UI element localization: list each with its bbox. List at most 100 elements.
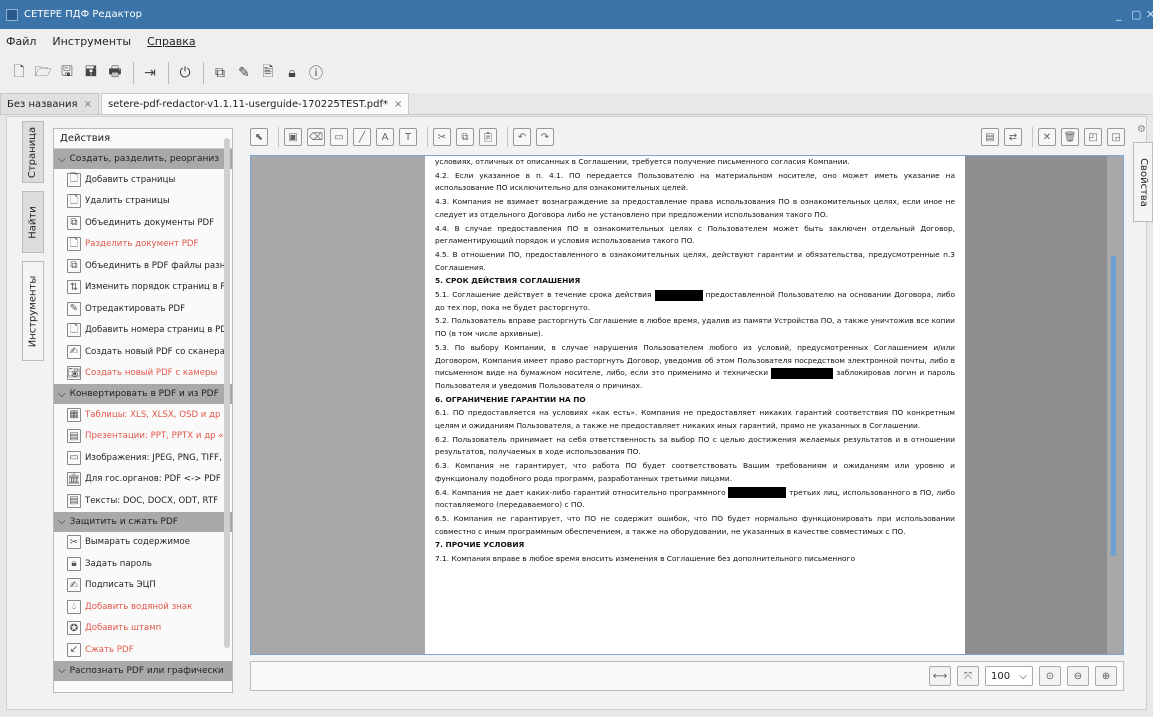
zoom-reset-icon[interactable]: ⊙	[1039, 666, 1061, 686]
bring-front-icon[interactable]: ◰	[1084, 128, 1102, 146]
doc-paragraph: 6.4. Компания не дает каких-либо гаранти…	[435, 487, 955, 510]
action-item[interactable]: ✂ Вымарать содержимое	[54, 532, 232, 554]
action-icon: 🗋	[67, 172, 81, 187]
doc-paragraph: 6.5. Компания не гарантирует, что ПО не …	[435, 513, 955, 536]
redaction-box[interactable]	[654, 289, 703, 301]
action-item[interactable]: 🗋 Добавить страницы	[54, 169, 232, 191]
swap-icon[interactable]: ⇄	[1004, 128, 1022, 146]
action-item[interactable]: ✍ Подписать ЭЦП	[54, 575, 232, 597]
zoom-select[interactable]: 100 ⌵	[985, 666, 1033, 686]
minimize-button[interactable]: _	[1116, 8, 1122, 21]
maximize-button[interactable]: ▢	[1131, 8, 1141, 21]
tab-userguide[interactable]: setere-pdf-redactor-v1.1.11-userguide-17…	[100, 93, 410, 114]
save-as-icon[interactable]: 🖬	[80, 62, 102, 84]
action-item[interactable]: 🔒︎ Задать пароль	[54, 553, 232, 575]
paste-icon[interactable]: 📋︎	[479, 128, 497, 146]
cut-icon[interactable]: ✂	[433, 128, 451, 146]
rectangle-icon[interactable]: ▭	[330, 128, 348, 146]
tab-properties[interactable]: Свойства	[1133, 142, 1153, 222]
action-icon: ✍	[67, 578, 81, 593]
action-label: Разделить документ PDF	[85, 239, 199, 250]
image-tool-icon[interactable]: ▣	[284, 128, 302, 146]
action-item[interactable]: ▭ Изображения: JPEG, PNG, TIFF,	[54, 447, 232, 469]
chevron-down-icon: ⌵	[58, 516, 66, 527]
action-icon: 🗋	[67, 323, 81, 338]
print-icon[interactable]: 🖶	[104, 62, 126, 84]
action-icon: ✎	[67, 301, 81, 316]
redaction-box[interactable]	[771, 367, 834, 379]
zoom-out-icon[interactable]: ⊖	[1067, 666, 1089, 686]
tab-close-icon[interactable]: ×	[394, 99, 402, 110]
tab-tools[interactable]: Инструменты	[22, 261, 44, 361]
copy-pages-icon[interactable]: ⧉	[209, 62, 231, 84]
action-item[interactable]: ⇅ Изменить порядок страниц в P	[54, 277, 232, 299]
text-tool-icon[interactable]: A	[376, 128, 394, 146]
export-icon[interactable]: ⇥	[139, 62, 161, 84]
action-item[interactable]: 🏛︎ Для гос.органов: PDF <-> PDF	[54, 469, 232, 491]
action-item[interactable]: 💧︎ Добавить водяной знак	[54, 596, 232, 618]
document-view[interactable]: условиях, отличных от описанных в Соглаш…	[250, 155, 1124, 655]
action-item[interactable]: 🗋 Удалить страницы	[54, 191, 232, 213]
save-icon[interactable]: 🖫	[56, 62, 78, 84]
action-item[interactable]: 📷︎ Создать новый PDF с камеры	[54, 363, 232, 385]
tab-close-icon[interactable]: ×	[84, 99, 92, 110]
section-header[interactable]: ⌵ Защитить и сжать PDF	[54, 511, 232, 532]
section-header[interactable]: ⌵ Конвертировать в PDF и из PDF	[54, 384, 232, 404]
action-item[interactable]: ▤ Тексты: DOC, DOCX, ODT, RTF	[54, 490, 232, 512]
doc-heading: 7. ПРОЧИЕ УСЛОВИЯ	[435, 540, 525, 550]
fit-width-icon[interactable]: ⟷	[929, 666, 951, 686]
select-cursor-icon[interactable]: ⬉	[250, 128, 268, 146]
gear-icon[interactable]: ⚙	[1137, 124, 1146, 135]
tab-untitled[interactable]: Без названия ×	[0, 93, 99, 114]
open-folder-icon[interactable]: 🗁	[32, 62, 54, 84]
doc-heading: 5. СРОК ДЕЙСТВИЯ СОГЛАШЕНИЯ	[435, 276, 581, 286]
menu-tools[interactable]: Инструменты	[52, 35, 131, 48]
fit-page-icon[interactable]: ⤧	[957, 666, 979, 686]
view-controls-bar: ⟷ ⤧ 100 ⌵ ⊙ ⊖ ⊕	[250, 661, 1124, 691]
undo-icon[interactable]: ↶	[513, 128, 531, 146]
action-item[interactable]: ⧉ Объединить в PDF файлы разн	[54, 255, 232, 277]
menu-file[interactable]: Файл	[6, 35, 36, 48]
pdf-page[interactable]: условиях, отличных от описанных в Соглаш…	[425, 156, 965, 654]
action-item[interactable]: ▦ Таблицы: XLS, XLSX, OSD и др	[54, 404, 232, 426]
title-bar: СЕТЕРЕ ПДФ Редактор _ ▢ ✕	[0, 0, 1153, 29]
section-header[interactable]: ⌵ Распознать PDF или графически	[54, 660, 232, 681]
close-x-icon[interactable]: ✕	[1038, 128, 1056, 146]
trash-icon[interactable]: 🗑︎	[1061, 128, 1079, 146]
close-window-button[interactable]: ✕	[1146, 8, 1153, 21]
action-item[interactable]: ⧉ Объединить документы PDF	[54, 212, 232, 234]
tab-label: Без названия	[7, 98, 78, 110]
action-label: Отредактировать PDF	[85, 303, 186, 314]
menu-help[interactable]: Справка	[147, 35, 195, 48]
action-item[interactable]: 🗋 Добавить номера страниц в PD	[54, 320, 232, 342]
document-icon[interactable]: 🖹	[257, 62, 279, 84]
copy-icon[interactable]: ⧉	[456, 128, 474, 146]
edit-pencil-icon[interactable]: ✎	[233, 62, 255, 84]
power-icon[interactable]: ⏻	[174, 62, 196, 84]
zoom-in-icon[interactable]: ⊕	[1095, 666, 1117, 686]
tab-find[interactable]: Найти	[22, 191, 44, 253]
tab-page-label: Страница	[27, 126, 39, 178]
textbox-icon[interactable]: T	[399, 128, 417, 146]
tab-tools-label: Инструменты	[27, 275, 39, 347]
page-view-icon[interactable]: ▤	[981, 128, 999, 146]
info-icon[interactable]: ⓘ	[305, 62, 327, 84]
redaction-box[interactable]	[728, 487, 787, 499]
action-label: Объединить документы PDF	[85, 217, 215, 228]
redo-icon[interactable]: ↷	[536, 128, 554, 146]
action-item[interactable]: ▤ Презентации: PPT, PPTX и др «	[54, 426, 232, 448]
panel-scrollbar[interactable]	[224, 138, 230, 648]
tab-page[interactable]: Страница	[22, 121, 44, 183]
action-item[interactable]: ✍ Создать новый PDF со сканера	[54, 341, 232, 363]
action-item[interactable]: ✎ Отредактировать PDF	[54, 298, 232, 320]
send-back-icon[interactable]: ◲	[1107, 128, 1125, 146]
action-item[interactable]: ✪ Добавить штамп	[54, 618, 232, 640]
new-document-icon[interactable]: 🗋	[8, 62, 30, 84]
lock-icon[interactable]: 🔒︎	[281, 62, 303, 84]
eraser-icon[interactable]: ⌫	[307, 128, 325, 146]
action-item[interactable]: ↙ Сжать PDF	[54, 639, 232, 661]
document-scrollbar[interactable]	[1111, 256, 1116, 556]
section-header[interactable]: ⌵ Создать, разделить, реорганиз	[54, 149, 232, 169]
action-item[interactable]: 🗋 Разделить документ PDF	[54, 234, 232, 256]
line-icon[interactable]: ╱	[353, 128, 371, 146]
